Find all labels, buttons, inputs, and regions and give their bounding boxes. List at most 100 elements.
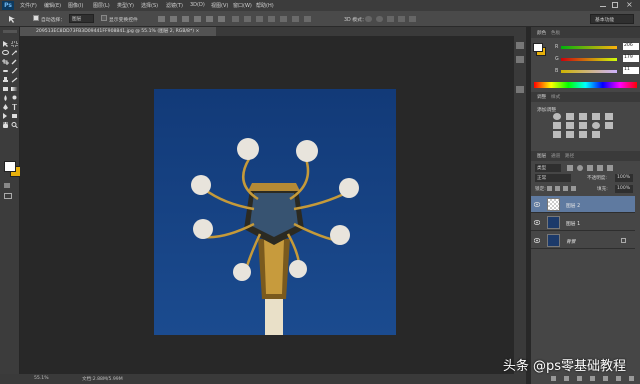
- info-icon[interactable]: [516, 86, 524, 93]
- menu-window[interactable]: 窗口(W): [233, 2, 252, 9]
- exposure-icon[interactable]: [592, 113, 600, 120]
- clone-stamp-tool-icon[interactable]: [2, 77, 9, 83]
- document-image[interactable]: [154, 89, 396, 335]
- opacity-input[interactable]: 100%: [615, 174, 633, 182]
- curves-icon[interactable]: [579, 113, 587, 120]
- panel-foreground-swatch[interactable]: [533, 43, 543, 52]
- history-icon[interactable]: [516, 42, 524, 49]
- eyedropper-tool-icon[interactable]: [11, 59, 18, 65]
- filter-smart-icon[interactable]: [607, 165, 613, 171]
- filter-adjust-icon[interactable]: [577, 165, 583, 171]
- marquee-tool-icon[interactable]: [11, 41, 18, 47]
- filter-type-icon[interactable]: [587, 165, 593, 171]
- tools-panel-grip[interactable]: [3, 30, 17, 33]
- pen-tool-icon[interactable]: [2, 104, 9, 110]
- channel-b-value[interactable]: 11: [623, 67, 639, 74]
- blur-tool-icon[interactable]: [2, 95, 9, 101]
- zoom-level[interactable]: 55.1%: [34, 376, 49, 381]
- dodge-tool-icon[interactable]: [11, 95, 18, 101]
- lock-transparent-icon[interactable]: [547, 186, 552, 191]
- align-right-icon[interactable]: [218, 16, 225, 22]
- channel-mixer-icon[interactable]: [605, 122, 613, 129]
- filter-pixel-icon[interactable]: [567, 165, 573, 171]
- move-tool-icon[interactable]: [2, 41, 9, 47]
- menu-type[interactable]: 类型(Y): [117, 2, 134, 9]
- channel-r-value[interactable]: 206: [623, 43, 639, 50]
- tab-paths[interactable]: 路径: [565, 153, 574, 159]
- tab-color[interactable]: 颜色: [537, 30, 546, 36]
- lock-position-icon[interactable]: [563, 186, 568, 191]
- filter-shape-icon[interactable]: [597, 165, 603, 171]
- levels-icon[interactable]: [566, 113, 574, 120]
- color-spectrum-bar[interactable]: [534, 82, 637, 88]
- auto-align-icon[interactable]: [304, 16, 311, 22]
- color-balance-icon[interactable]: [566, 122, 574, 129]
- close-icon[interactable]: ×: [626, 0, 633, 9]
- move-tool-icon[interactable]: [8, 15, 18, 23]
- quick-select-tool-icon[interactable]: [11, 50, 18, 56]
- gradient-map-icon[interactable]: [592, 131, 600, 138]
- eye-icon[interactable]: [534, 220, 540, 225]
- brush-tool-icon[interactable]: [11, 67, 18, 74]
- layer-filter-dropdown[interactable]: 类型: [535, 164, 561, 172]
- tab-styles[interactable]: 样式: [551, 94, 560, 100]
- 3d-pan-icon[interactable]: [387, 16, 394, 22]
- vibrance-icon[interactable]: [605, 113, 613, 120]
- menu-file[interactable]: 文件(F): [20, 2, 37, 9]
- minimize-icon[interactable]: [600, 6, 606, 7]
- channel-b-slider[interactable]: [561, 70, 617, 73]
- black-white-icon[interactable]: [579, 122, 587, 129]
- layer-row-background[interactable]: 背景: [531, 232, 635, 249]
- tab-layers[interactable]: 图层: [537, 153, 546, 159]
- link-layers-icon[interactable]: [551, 376, 556, 381]
- menu-select[interactable]: 选择(S): [141, 2, 158, 9]
- eraser-tool-icon[interactable]: [2, 86, 9, 92]
- layer-row-layer-2[interactable]: 图层 2: [531, 196, 635, 213]
- channel-r-slider[interactable]: [561, 46, 617, 49]
- type-tool-icon[interactable]: [11, 103, 18, 110]
- blend-mode-dropdown[interactable]: 正常: [535, 174, 571, 182]
- align-top-icon[interactable]: [158, 16, 165, 22]
- workspace-dropdown[interactable]: 基本功能: [590, 14, 634, 24]
- healing-brush-tool-icon[interactable]: [2, 68, 9, 74]
- path-select-tool-icon[interactable]: [2, 113, 9, 119]
- distribute-right-icon[interactable]: [292, 16, 299, 22]
- menu-layer[interactable]: 图层(L): [93, 2, 110, 9]
- distribute-bottom-icon[interactable]: [256, 16, 263, 22]
- new-group-icon[interactable]: [603, 376, 608, 381]
- align-hcenter-icon[interactable]: [206, 16, 213, 22]
- history-brush-tool-icon[interactable]: [11, 77, 18, 83]
- align-bottom-icon[interactable]: [182, 16, 189, 22]
- 3d-slide-icon[interactable]: [398, 16, 405, 22]
- channel-g-value[interactable]: 179: [623, 55, 639, 62]
- tab-swatches[interactable]: 色板: [551, 30, 560, 36]
- tab-channels[interactable]: 通道: [551, 153, 560, 159]
- foreground-color-swatch[interactable]: [4, 161, 16, 172]
- auto-select-dropdown[interactable]: 图层: [69, 14, 94, 23]
- align-vcenter-icon[interactable]: [170, 16, 177, 22]
- 3d-scale-icon[interactable]: [409, 16, 416, 22]
- layer-row-layer-1[interactable]: 图层 1: [531, 214, 635, 231]
- hand-tool-icon[interactable]: [2, 122, 9, 128]
- layer-style-icon[interactable]: [564, 376, 569, 381]
- zoom-tool-icon[interactable]: [11, 122, 18, 129]
- brightness-icon[interactable]: [553, 113, 561, 120]
- 3d-rotate-icon[interactable]: [365, 16, 372, 22]
- delete-layer-icon[interactable]: [629, 376, 634, 381]
- crop-tool-icon[interactable]: [2, 59, 9, 65]
- auto-select-checkbox[interactable]: [33, 15, 39, 21]
- menu-help[interactable]: 帮助(H): [256, 2, 274, 9]
- canvas-area[interactable]: [20, 36, 514, 374]
- document-tab[interactable]: 209513EC8DD73FB3D09441FF908841.jpg @ 55.…: [20, 27, 216, 36]
- tab-adjustments[interactable]: 调整: [537, 94, 546, 100]
- menu-view[interactable]: 视图(V): [211, 2, 228, 9]
- show-transform-checkbox[interactable]: [101, 15, 107, 21]
- fill-input[interactable]: 100%: [615, 185, 633, 193]
- invert-icon[interactable]: [553, 131, 561, 138]
- quick-mask-icon[interactable]: [4, 183, 10, 188]
- properties-icon[interactable]: [516, 56, 524, 63]
- distribute-vcenter-icon[interactable]: [244, 16, 251, 22]
- maximize-icon[interactable]: [612, 2, 618, 8]
- threshold-icon[interactable]: [579, 131, 587, 138]
- posterize-icon[interactable]: [566, 131, 574, 138]
